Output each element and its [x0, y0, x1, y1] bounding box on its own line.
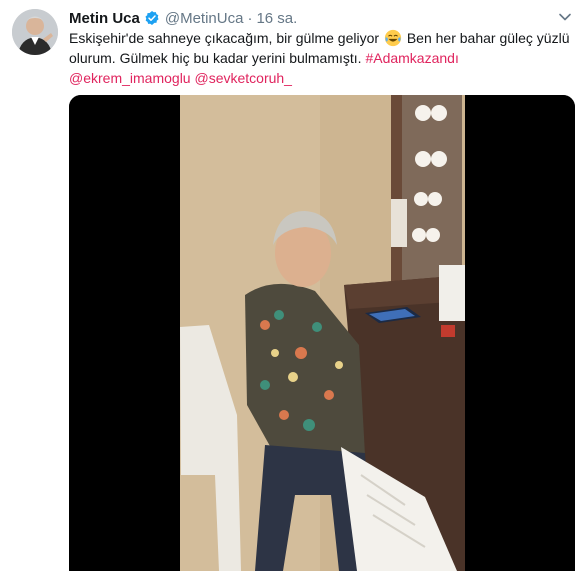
avatar-image	[12, 9, 58, 55]
author-name[interactable]: Metin Uca	[69, 10, 140, 27]
chevron-down-icon[interactable]	[558, 10, 572, 24]
video-frame	[69, 95, 575, 571]
tweet-header: Metin Uca @MetinUca · 16 sa.	[69, 8, 297, 28]
verified-badge-icon	[144, 10, 160, 26]
tweet-text: Eskişehir'de sahneye çıkacağım, bir gülm…	[69, 28, 574, 88]
tweet-timestamp[interactable]: 16 sa.	[256, 10, 297, 27]
tweet-text-part: Eskişehir'de sahneye çıkacağım, bir gülm…	[69, 30, 380, 46]
mention-link[interactable]: @sevketcoruh_	[194, 70, 291, 86]
author-handle[interactable]: @MetinUca	[165, 10, 244, 27]
hashtag-link[interactable]: #Adamkazandı	[365, 50, 458, 66]
video-player[interactable]	[69, 95, 575, 571]
separator-dot: ·	[247, 9, 253, 27]
avatar[interactable]	[12, 9, 58, 55]
face-with-tears-of-joy-icon	[384, 29, 402, 47]
tweet[interactable]: Metin Uca @MetinUca · 16 sa. Eskişehir'd…	[0, 0, 582, 571]
mention-link[interactable]: @ekrem_imamoglu	[69, 70, 191, 86]
